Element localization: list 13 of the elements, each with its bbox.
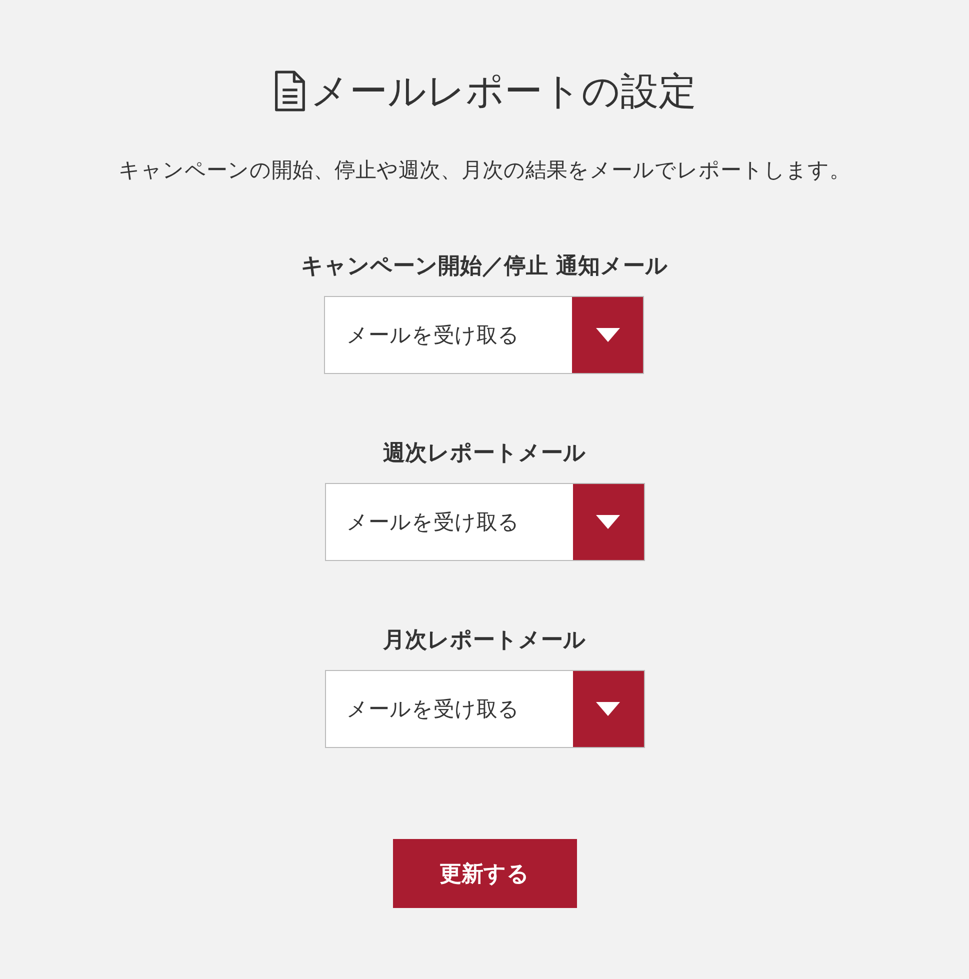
caret-icon [596, 702, 620, 716]
dropdown[interactable]: メールを受け取る [324, 670, 644, 748]
description: キャンペーンの開始、停止や週次、月次の結果をメールでレポートします。 [118, 157, 850, 184]
update-button[interactable]: 更新する [392, 839, 576, 908]
caret-icon [596, 328, 620, 342]
dropdown[interactable]: メールを受け取る [324, 483, 644, 561]
setting-label: キャンペーン開始／停止 通知メール [301, 253, 668, 281]
caret-icon [596, 515, 620, 529]
dropdown[interactable]: メールを受け取る [324, 296, 644, 374]
document-icon [272, 70, 306, 112]
setting-label: 週次レポートメール [383, 440, 586, 468]
setting-label: 月次レポートメール [383, 627, 586, 655]
page-title: メールレポートの設定 [310, 68, 696, 114]
